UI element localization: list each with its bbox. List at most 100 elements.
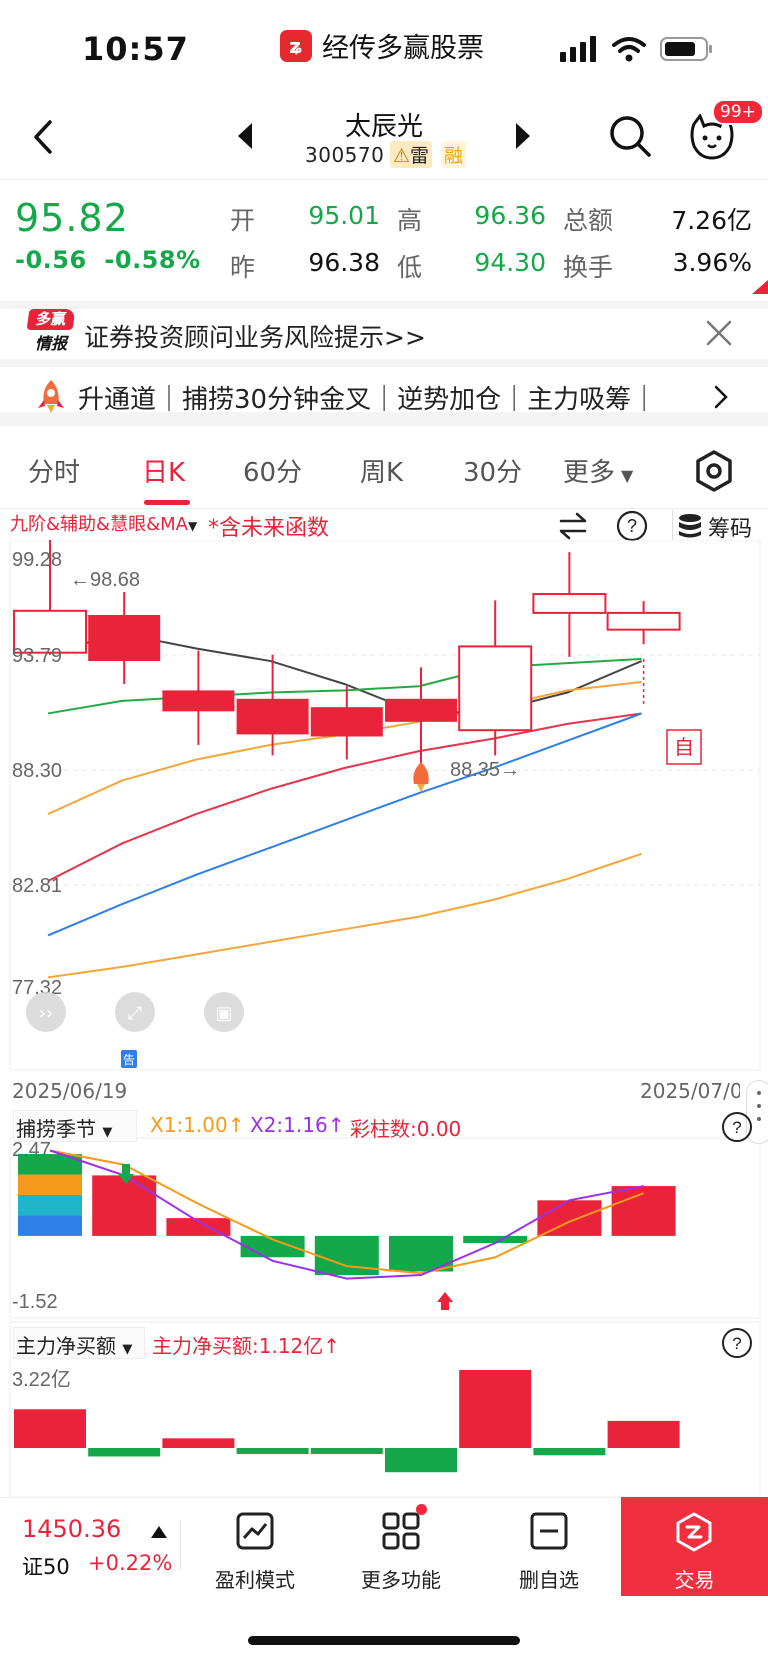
trade-button[interactable]: 交易 (621, 1497, 768, 1596)
candle-body (606, 611, 681, 631)
sub2-bar (310, 1448, 383, 1454)
sub1-name-label: 捕捞季节 (16, 1117, 96, 1141)
clock: 10:57 (82, 30, 189, 68)
app-logo-icon: ʑ (280, 29, 312, 62)
candle-body (236, 698, 309, 735)
sub2-bar (385, 1448, 457, 1473)
trade-label: 交易 (674, 1568, 715, 1592)
prev-close-value: 96.38 (308, 248, 380, 277)
sub1-x1: X1:1.00↑ (150, 1113, 245, 1137)
tab-60min[interactable]: 60分 (243, 452, 302, 489)
signal-icon (560, 36, 596, 62)
chevron-right-icon[interactable] (712, 384, 730, 410)
more-functions-button[interactable]: 更多功能 (341, 1564, 461, 1593)
sub2-name[interactable]: 主力净买额 ▼ (16, 1330, 132, 1359)
high-label: 高 (397, 206, 423, 235)
y-axis-label: 82.81 (12, 875, 62, 897)
overlay-glyph: ▣ (215, 1003, 232, 1024)
amount-value: 7.26亿 (671, 206, 752, 235)
sub2-help-icon[interactable]: ? (720, 1326, 754, 1360)
remove-watchlist-icon[interactable] (530, 1512, 568, 1550)
home-indicator (248, 1636, 520, 1645)
risk-badge[interactable]: ⚠雷 (390, 141, 433, 168)
tab-30min[interactable]: 30分 (463, 452, 522, 489)
candle-body (310, 707, 383, 737)
prev-close-label: 昨 (230, 253, 256, 282)
sub2-bar (533, 1448, 606, 1456)
sub1-y-top: 2.47 (12, 1139, 51, 1161)
dropdown-arrow-icon: ▼ (122, 1342, 133, 1357)
swap-icon[interactable] (558, 511, 588, 541)
indicator-label: 九阶&辅助&慧眼&MA (10, 514, 188, 535)
app-title: ʑ 经传多赢股票 (280, 26, 484, 65)
ma-line-2 (47, 681, 642, 815)
toolbar-divider (672, 510, 673, 540)
indicator-selector[interactable]: 九阶&辅助&慧眼&MA▼ (10, 510, 197, 536)
tab-more-label: 更多 (563, 458, 616, 488)
new-dot-badge (416, 1504, 427, 1515)
settings-icon[interactable] (695, 450, 733, 492)
more-functions-icon[interactable] (382, 1512, 420, 1550)
svg-text:?: ? (627, 516, 637, 536)
sub2-y-top: 3.22亿 (12, 1368, 71, 1391)
overlay-glyph: ⤢ (128, 1003, 143, 1024)
sub1-bars: 彩柱数:0.00 (350, 1117, 462, 1141)
high-value: 96.36 (474, 201, 546, 230)
low-marker-label: 88.35→ (450, 759, 520, 781)
candle-body (88, 614, 161, 662)
tab-daily-k[interactable]: 日K (142, 452, 185, 489)
low-value: 94.30 (474, 248, 546, 277)
svg-text:?: ? (732, 1118, 741, 1137)
sub1-help-icon[interactable]: ? (720, 1110, 754, 1144)
duoying-logo: 多赢 情报 (26, 309, 76, 353)
close-icon[interactable] (704, 318, 734, 348)
notice-text[interactable]: 证券投资顾问业务风险提示>> (84, 318, 426, 354)
sub1-bar-segment (18, 1215, 82, 1236)
chips-label[interactable]: 筹码 (708, 511, 752, 543)
high-marker-label: ←98.68 (70, 569, 140, 591)
date-end-label: 2025/07/0 (640, 1079, 740, 1103)
stock-code: 300570 (305, 143, 385, 167)
sub1-bar-segment (18, 1174, 82, 1195)
overlay-glyph: ›› (39, 1003, 53, 1024)
divider (180, 1520, 181, 1570)
low-label: 低 (397, 253, 423, 282)
self-label: 自 (674, 736, 694, 759)
tab-weekly-k[interactable]: 周K (360, 452, 403, 489)
warning-icon: ⚠ (393, 145, 411, 167)
open-label: 开 (230, 206, 256, 235)
candle-body (532, 593, 607, 614)
ma-line-5 (47, 852, 642, 979)
last-price: 95.82 (15, 196, 129, 240)
change-percent: -0.58% (104, 246, 201, 274)
index-name[interactable]: 证50 (22, 1551, 70, 1581)
profit-mode-icon[interactable] (236, 1512, 274, 1550)
sub2-bar (607, 1420, 680, 1448)
sub1-name[interactable]: 捕捞季节 ▼ (16, 1113, 112, 1142)
battery-icon (660, 37, 712, 61)
help-icon[interactable]: ? (616, 510, 648, 542)
tab-intraday[interactable]: 分时 (28, 452, 80, 489)
rocket-icon (38, 380, 64, 413)
index-value[interactable]: 1450.36 (22, 1515, 121, 1543)
dropdown-arrow-icon: ▼ (102, 1125, 113, 1140)
sub1-bar-segment (18, 1194, 82, 1216)
margin-badge: 融 (441, 141, 467, 168)
rocket-marker-icon (413, 762, 429, 792)
stock-name: 太辰光 (344, 112, 423, 142)
ma-line-1 (47, 657, 642, 715)
ticker-text: 升通道｜捕捞30分钟金叉｜逆势加仓｜主力吸筹｜ (78, 385, 658, 415)
remove-watchlist-button[interactable]: 删自选 (489, 1564, 609, 1593)
y-axis-label: 93.79 (12, 645, 62, 667)
announcement-badge-label: 告 (123, 1053, 135, 1067)
index-change: +0.22% (88, 1551, 173, 1575)
database-icon[interactable] (676, 512, 704, 540)
tab-more[interactable]: 更多 ▼ (563, 452, 633, 489)
search-icon[interactable] (608, 114, 652, 158)
change-value: -0.56 (15, 246, 87, 274)
logo-line2: 情报 (34, 334, 67, 353)
profit-mode-button[interactable]: 盈利模式 (195, 1564, 315, 1593)
sub2-bar (14, 1409, 86, 1448)
sub1-bar (92, 1175, 157, 1236)
sub2-value: 主力净买额:1.12亿↑ (152, 1334, 341, 1358)
